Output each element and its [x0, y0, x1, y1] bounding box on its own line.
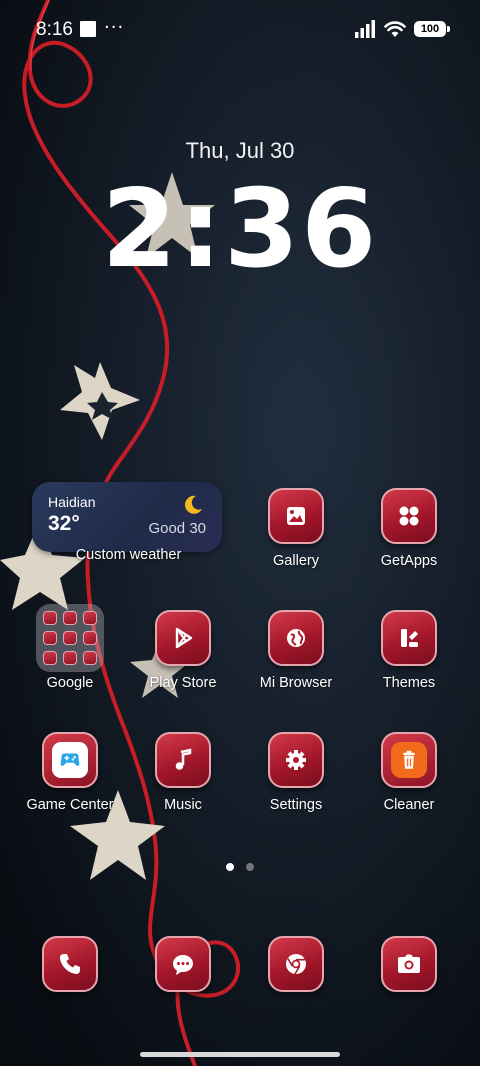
app-cleaner[interactable]: Cleaner	[359, 732, 459, 813]
battery-icon: 100	[414, 21, 450, 37]
chrome-icon[interactable]	[268, 936, 324, 992]
weather-widget-label: Custom weather	[75, 547, 182, 563]
page-dot-1[interactable]	[226, 863, 234, 871]
wifi-icon	[384, 21, 406, 37]
more-notifications-icon: ···	[104, 17, 125, 38]
cleaner-icon[interactable]	[381, 732, 437, 788]
weather-air-quality: Good 30	[148, 520, 206, 537]
weather-temperature: 32°	[48, 512, 80, 535]
music-note-icon[interactable]	[155, 732, 211, 788]
dock-camera[interactable]	[359, 936, 459, 992]
weather-city: Haidian	[48, 494, 96, 510]
status-icons: 100	[354, 20, 450, 38]
folder-app-icon	[43, 631, 57, 645]
folder-app-icon	[83, 611, 97, 625]
dock-messages[interactable]	[133, 936, 233, 992]
gallery-label: Gallery	[273, 553, 319, 569]
phone-icon[interactable]	[42, 936, 98, 992]
folder-google[interactable]: Google	[20, 604, 120, 691]
game-center-icon[interactable]	[42, 732, 98, 788]
weather-widget[interactable]: Haidian 32° Good 30	[32, 482, 222, 552]
app-getapps[interactable]: GetApps	[359, 488, 459, 569]
folder-app-icon	[43, 611, 57, 625]
app-themes[interactable]: Themes	[359, 610, 459, 691]
google-folder-icon[interactable]	[36, 604, 104, 672]
home-gesture-bar[interactable]	[140, 1052, 340, 1057]
app-game-center[interactable]: Game Center	[20, 732, 120, 813]
getapps-icon[interactable]	[381, 488, 437, 544]
music-label: Music	[164, 797, 202, 813]
status-bar: 8:16 ··· 100	[0, 0, 480, 60]
status-time: 8:16	[36, 19, 73, 40]
play-store-icon[interactable]	[155, 610, 211, 666]
gallery-icon[interactable]	[268, 488, 324, 544]
page-dot-2[interactable]	[246, 863, 254, 871]
app-gallery[interactable]: Gallery	[246, 488, 346, 569]
folder-app-icon	[43, 651, 57, 665]
getapps-label: GetApps	[380, 553, 438, 569]
app-play-store[interactable]: Play Store	[133, 610, 233, 691]
messages-icon[interactable]	[155, 936, 211, 992]
battery-level: 100	[420, 23, 440, 35]
signal-icon	[355, 20, 375, 38]
app-settings[interactable]: Settings	[246, 732, 346, 813]
folder-app-icon	[63, 651, 77, 665]
folder-app-icon	[83, 631, 97, 645]
dock-phone[interactable]	[20, 936, 120, 992]
page-indicator[interactable]	[0, 863, 480, 871]
date-label[interactable]: Thu, Jul 30	[0, 138, 480, 164]
crescent-moon-icon	[185, 495, 202, 514]
play-store-label: Play Store	[149, 675, 217, 691]
mi-browser-label: Mi Browser	[259, 675, 333, 691]
themes-label: Themes	[382, 675, 436, 691]
folder-app-icon	[83, 651, 97, 665]
dock-chrome[interactable]	[246, 936, 346, 992]
notification-icon	[80, 21, 96, 37]
app-mi-browser[interactable]: Mi Browser	[246, 610, 346, 691]
themes-icon[interactable]	[381, 610, 437, 666]
game-center-label: Game Center	[26, 797, 114, 813]
folder-app-icon	[63, 631, 77, 645]
globe-icon[interactable]	[268, 610, 324, 666]
settings-label: Settings	[269, 797, 323, 813]
google-folder-label: Google	[46, 675, 94, 691]
clock-time[interactable]: 2:36	[0, 170, 480, 290]
folder-app-icon	[63, 611, 77, 625]
gear-icon[interactable]	[268, 732, 324, 788]
camera-icon[interactable]	[381, 936, 437, 992]
cleaner-label: Cleaner	[383, 797, 435, 813]
app-music[interactable]: Music	[133, 732, 233, 813]
